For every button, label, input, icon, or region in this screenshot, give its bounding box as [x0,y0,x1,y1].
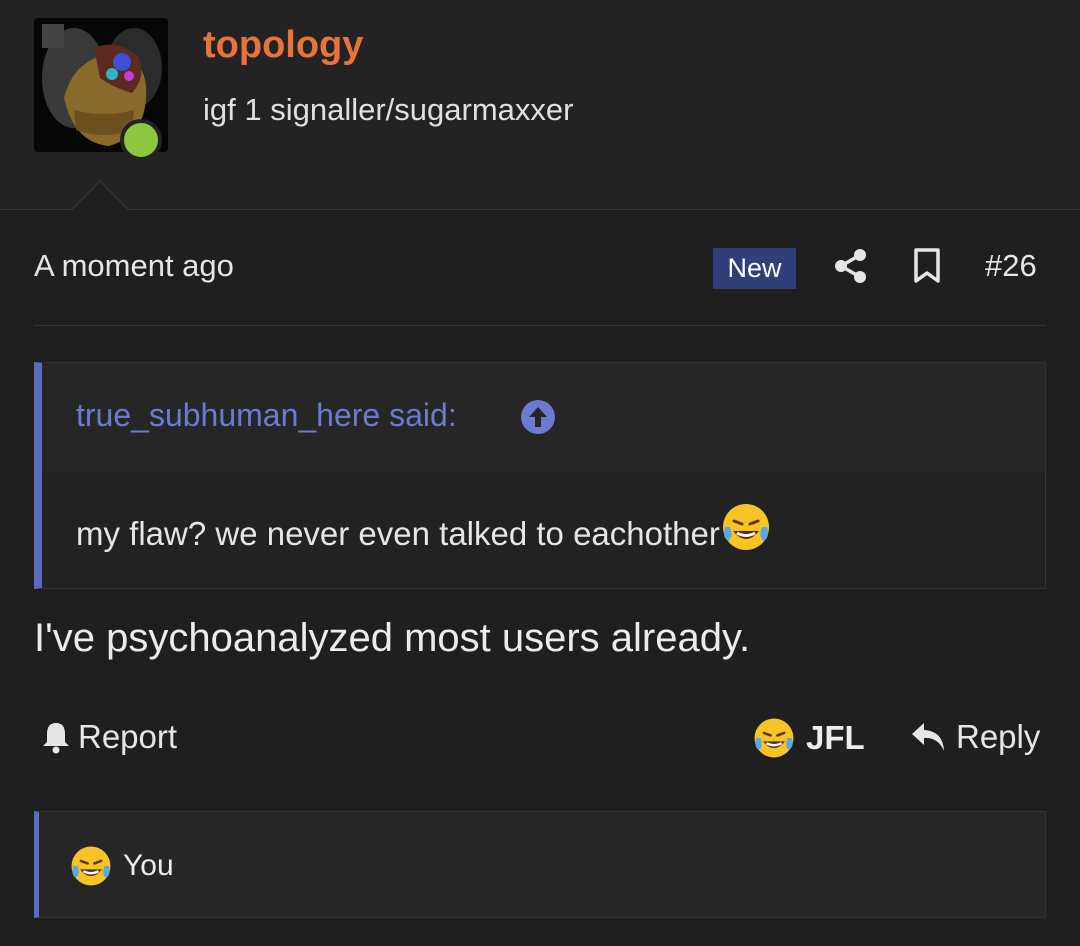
share-icon[interactable] [833,248,869,284]
reactions-bar[interactable]: You [34,811,1046,918]
quote-text: my flaw? we never even talked to eachoth… [76,515,720,552]
quote-block: true_subhuman_here said: my flaw? we nev… [34,362,1046,589]
laughing-crying-emoji [722,504,769,551]
bookmark-icon[interactable] [912,248,942,284]
user-header: topology igf 1 signaller/sugarmaxxer [0,0,1080,210]
quote-text-wrapper: my flaw? we never even talked to eachoth… [76,504,772,553]
new-badge: New [713,248,796,289]
post-page: topology igf 1 signaller/sugarmaxxer A m… [0,0,1080,946]
bell-icon [43,723,69,754]
header-pointer-inner [71,182,129,211]
report-label: Report [78,718,178,755]
react-label: JFL [806,719,865,756]
quote-author[interactable]: true_subhuman_here said: [76,397,457,434]
username[interactable]: topology [203,24,363,67]
laughing-crying-emoji [71,846,111,886]
react-button[interactable]: JFL [752,716,865,760]
quote-header[interactable]: true_subhuman_here said: [42,363,1045,471]
post-number[interactable]: #26 [985,248,1037,284]
laughing-crying-emoji [754,718,794,758]
quote-body: my flaw? we never even talked to eachoth… [42,471,1045,588]
online-status-indicator [120,119,162,161]
user-title: igf 1 signaller/sugarmaxxer [203,92,574,127]
post-body: I've psychoanalyzed most users already. [34,616,751,660]
reply-icon [912,723,944,751]
reply-button[interactable]: Reply [910,718,1040,756]
reply-label: Reply [956,718,1041,755]
arrow-up-circle-icon[interactable] [520,399,556,435]
reactions-user-label[interactable]: You [123,849,174,883]
divider [34,325,1046,326]
post-timestamp[interactable]: A moment ago [34,248,234,284]
report-button[interactable]: Report [40,718,177,756]
reactions-summary: You [69,844,174,888]
